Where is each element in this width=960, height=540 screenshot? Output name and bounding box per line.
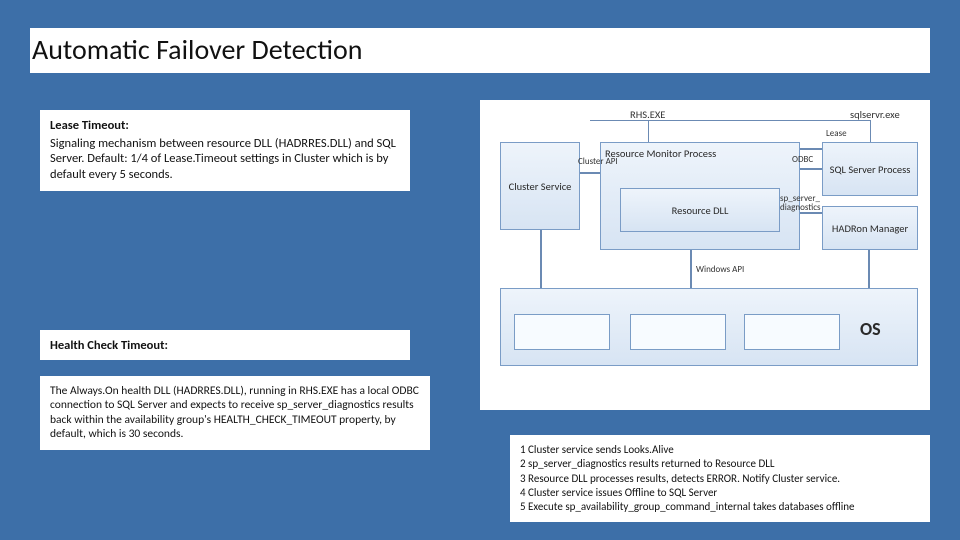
flow-steps-card: 1 Cluster service sends Looks.Alive 2 sp… (510, 435, 930, 522)
windows-api-label: Windows API (696, 264, 744, 275)
top-separator (590, 120, 870, 121)
flow-step: 3 Resource DLL processes results, detect… (520, 472, 920, 486)
lease-connector (800, 148, 822, 150)
os-slot-box (744, 314, 840, 350)
cluster-api-connector (580, 172, 600, 174)
lease-timeout-card: Lease Timeout: Signaling mechanism betwe… (40, 110, 410, 191)
sp-diag-label: sp_server_ diagnostics (780, 194, 821, 213)
cluster-api-label: Cluster API (578, 156, 618, 167)
sql-to-os-connector (868, 250, 870, 288)
os-slot-box (630, 314, 726, 350)
lease-label: Lease (826, 128, 847, 139)
odbc-label: ODBC (792, 154, 813, 165)
to-windows-api-connector (690, 250, 692, 288)
cluster-service-box: Cluster Service (500, 142, 580, 230)
architecture-diagram: RHS.EXE sqlservr.exe Cluster Service Res… (480, 100, 930, 410)
lease-timeout-body: Signaling mechanism between resource DLL… (50, 136, 396, 182)
sql-server-process-box: SQL Server Process (822, 142, 918, 196)
health-check-heading: Health Check Timeout: (50, 338, 400, 354)
lease-timeout-heading: Lease Timeout: (50, 118, 400, 134)
health-check-body: The Always.On health DLL (HADRRES.DLL), … (50, 384, 419, 441)
flow-step: 4 Cluster service issues Offline to SQL … (520, 486, 920, 500)
odbc-connector (800, 168, 822, 170)
os-label: OS (860, 318, 881, 340)
flow-step: 1 Cluster service sends Looks.Alive (520, 443, 920, 457)
resource-monitor-label: Resource Monitor Process (605, 147, 716, 160)
sqlservr-tick (870, 120, 871, 142)
health-check-heading-card: Health Check Timeout: (40, 330, 410, 360)
flow-step: 2 sp_server_diagnostics results returned… (520, 457, 920, 471)
rhs-tick (648, 120, 649, 142)
health-check-body-card: The Always.On health DLL (HADRRES.DLL), … (40, 376, 430, 450)
hadron-manager-box: HADRon Manager (822, 206, 918, 250)
resource-dll-box: Resource DLL (620, 188, 780, 232)
cluster-to-os-connector (540, 230, 542, 288)
flow-step: 5 Execute sp_availability_group_command_… (520, 500, 920, 514)
os-slot-box (514, 314, 610, 350)
slide-title: Automatic Failover Detection (30, 28, 930, 73)
